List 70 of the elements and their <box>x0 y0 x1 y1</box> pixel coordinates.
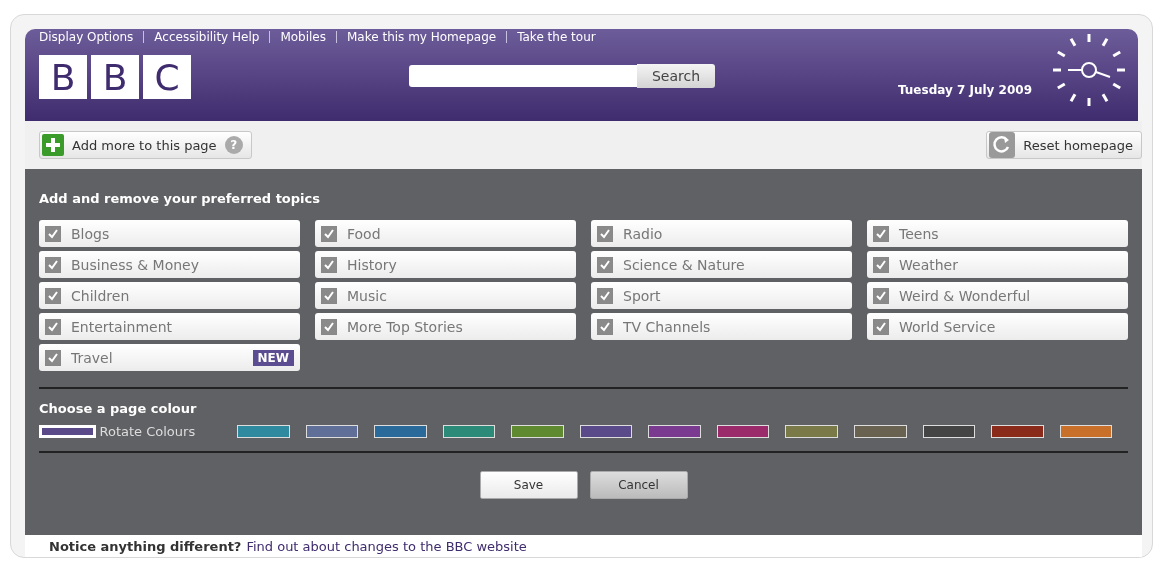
colour-swatch[interactable] <box>442 425 496 438</box>
notice-text: Notice anything different? <box>49 538 242 554</box>
header-link[interactable]: Mobiles <box>280 30 326 44</box>
topic-option[interactable]: Children <box>39 282 300 309</box>
topic-option[interactable]: Food <box>315 220 576 247</box>
checkbox[interactable] <box>45 225 61 242</box>
plus-icon <box>42 134 64 156</box>
colour-swatch[interactable] <box>305 425 359 438</box>
colour-swatch[interactable] <box>1059 425 1113 438</box>
checkbox[interactable] <box>45 287 61 304</box>
colour-swatch[interactable] <box>991 425 1044 438</box>
search-field[interactable] <box>409 64 637 87</box>
colour-swatch[interactable] <box>579 425 633 438</box>
topic-option[interactable]: Entertainment <box>39 313 300 340</box>
checkbox[interactable] <box>597 287 613 304</box>
topic-option[interactable]: Weather <box>867 251 1128 278</box>
changes-link[interactable]: Find out about changes to the BBC website <box>246 538 527 554</box>
topic-option[interactable]: Science & Nature <box>591 251 852 278</box>
colour-swatch[interactable] <box>785 425 838 438</box>
add-content-button[interactable]: Add more to this page ? <box>39 131 252 159</box>
topic-option[interactable]: History <box>315 251 576 278</box>
colour-swatch[interactable] <box>511 425 564 438</box>
refresh-icon <box>989 132 1016 158</box>
date-text: Tuesday 7 July 2009 <box>897 83 1032 97</box>
topic-option[interactable]: Weird & Wonderful <box>867 282 1128 309</box>
checkbox[interactable] <box>597 256 613 273</box>
swatch-label: Rotate Colours <box>99 424 196 439</box>
clock-icon <box>1050 31 1128 109</box>
search-button[interactable]: Search <box>637 63 715 88</box>
header-link[interactable]: Take the tour <box>517 30 596 44</box>
checkbox[interactable] <box>597 318 613 335</box>
checkbox[interactable] <box>873 225 889 242</box>
save-button[interactable]: Save <box>479 471 578 499</box>
logo[interactable]: B B C <box>39 55 191 99</box>
checkbox[interactable] <box>45 318 61 335</box>
checkbox[interactable] <box>597 225 613 242</box>
header-link[interactable]: Display Options <box>39 30 134 44</box>
new-tag: NEW <box>252 349 294 366</box>
topic-option[interactable]: More Top Stories <box>315 313 576 340</box>
checkbox[interactable] <box>321 256 337 273</box>
checkbox[interactable] <box>873 287 889 304</box>
topic-option[interactable]: Sport <box>591 282 852 309</box>
reset-homepage-button[interactable]: Reset homepage <box>986 131 1142 159</box>
topic-option[interactable]: Blogs <box>39 220 300 247</box>
help-icon[interactable]: ? <box>224 136 243 154</box>
colour-swatch[interactable] <box>648 425 701 438</box>
topic-option[interactable]: Music <box>315 282 576 309</box>
topic-option[interactable]: Teens <box>867 220 1128 247</box>
checkbox[interactable] <box>45 349 61 366</box>
colour-swatch[interactable] <box>922 425 976 438</box>
colour-swatch[interactable] <box>853 425 907 438</box>
colour-swatch[interactable] <box>237 425 290 438</box>
topic-option[interactable]: Radio <box>591 220 852 247</box>
topic-option[interactable]: Travel NEW <box>39 344 300 371</box>
cancel-button[interactable]: Cancel <box>589 471 688 499</box>
header-link[interactable]: Accessibility Help <box>154 30 260 44</box>
topic-option[interactable]: World Service <box>867 313 1128 340</box>
topic-option[interactable]: TV Channels <box>591 313 852 340</box>
checkbox[interactable] <box>873 318 889 335</box>
section-title: Add and remove your preferred topics <box>39 191 321 206</box>
checkbox[interactable] <box>321 287 337 304</box>
checkbox[interactable] <box>321 318 337 335</box>
checkbox[interactable] <box>321 225 337 242</box>
topic-option[interactable]: Business & Money <box>39 251 300 278</box>
header-link[interactable]: Make this my Homepage <box>347 30 497 44</box>
checkbox[interactable] <box>45 256 61 273</box>
colour-swatch[interactable] <box>374 425 427 438</box>
checkbox[interactable] <box>873 256 889 273</box>
section-title: Choose a page colour <box>39 401 198 416</box>
colour-swatch[interactable] <box>716 425 770 438</box>
